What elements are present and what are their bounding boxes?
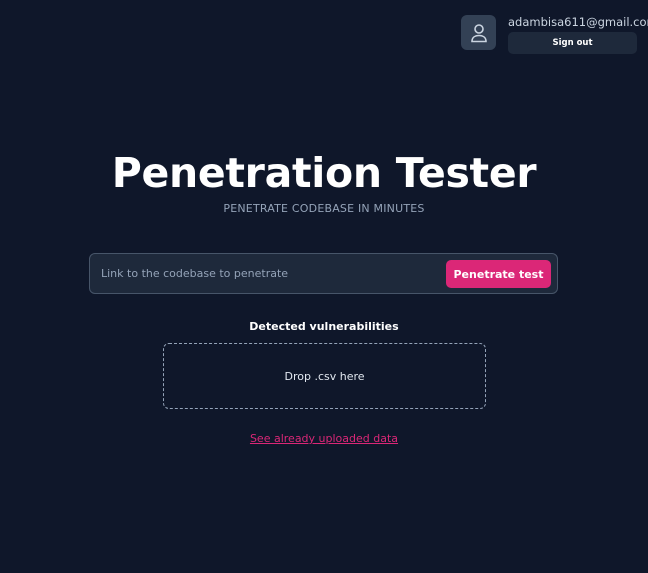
codebase-link-input[interactable] [101, 262, 431, 285]
dropzone-text: Drop .csv here [284, 369, 365, 383]
sign-out-button[interactable]: Sign out [508, 32, 637, 54]
avatar[interactable] [461, 15, 496, 50]
user-menu: adambisa611@gmail.com Sign out [461, 15, 648, 57]
vulnerabilities-label: Detected vulnerabilities [249, 320, 399, 333]
codebase-link-form: Penetrate test [89, 253, 558, 294]
uploaded-data-link-wrapper: See already uploaded data [0, 432, 648, 446]
see-uploaded-data-link[interactable]: See already uploaded data [250, 432, 398, 445]
user-icon [470, 23, 487, 42]
page-title: Penetration Tester [111, 149, 537, 197]
csv-dropzone[interactable]: Drop .csv here [163, 343, 486, 409]
page-subtitle: PENETRATE CODEBASE IN MINUTES [223, 202, 425, 215]
penetrate-test-button[interactable]: Penetrate test [446, 260, 551, 288]
page: adambisa611@gmail.com Sign out Penetrati… [0, 0, 648, 573]
user-email: adambisa611@gmail.com [508, 15, 648, 29]
